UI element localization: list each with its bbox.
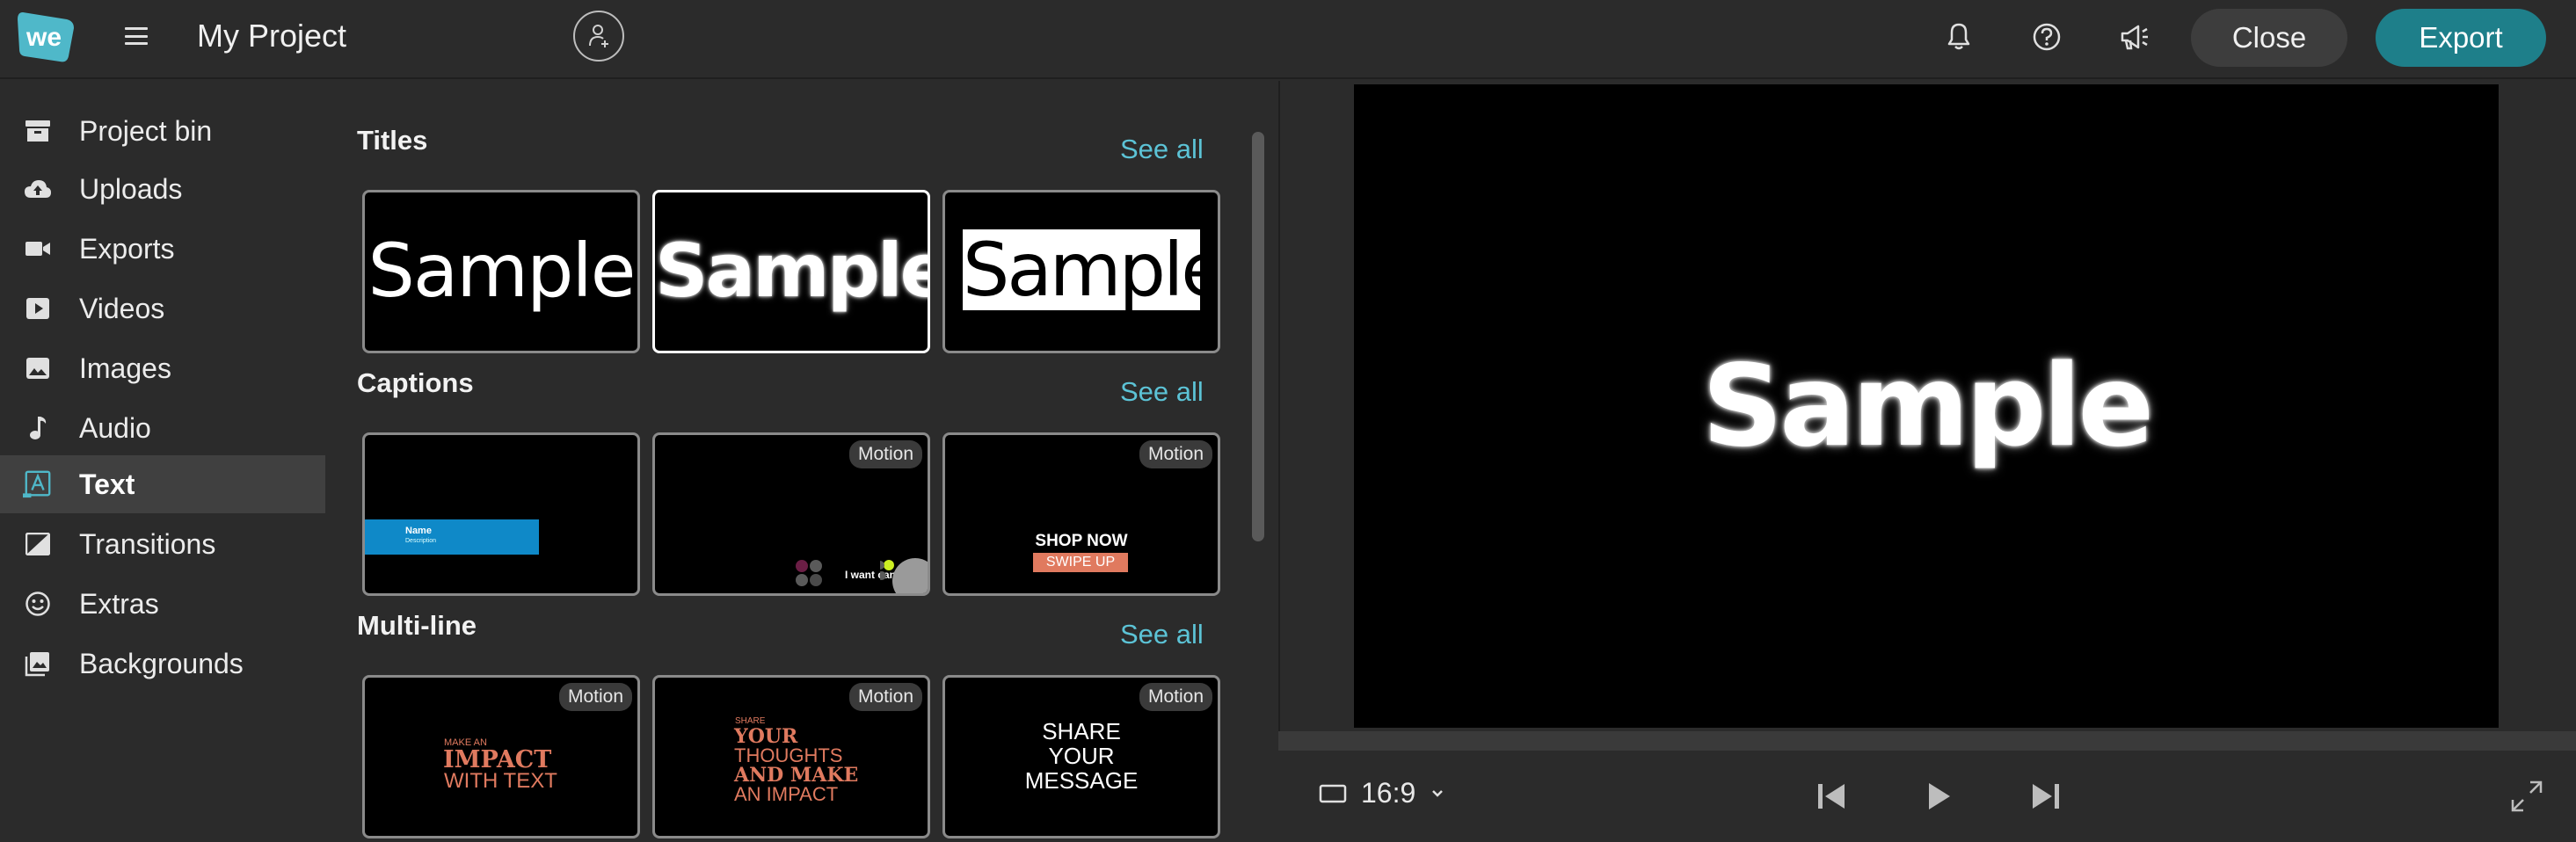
share-line-2: YOUR (1048, 743, 1115, 769)
logo-text: we (25, 23, 62, 52)
help-icon[interactable] (2029, 19, 2064, 54)
share-line-1: SHARE (1042, 718, 1121, 744)
sidebar-item-label: Extras (79, 587, 159, 620)
announcement-icon[interactable] (2117, 19, 2152, 54)
lower-third-bar: Name Description (365, 519, 539, 555)
backgrounds-icon (23, 649, 53, 679)
sidebar-item-audio[interactable]: Audio (0, 399, 325, 457)
export-button[interactable]: Export (2376, 9, 2546, 67)
playback-controls: 16:9 (1278, 751, 2576, 842)
preview-sample-text[interactable]: Sample (1354, 341, 2499, 472)
close-button[interactable]: Close (2191, 9, 2347, 67)
transition-icon (23, 529, 53, 559)
sidebar-item-label: Audio (79, 411, 151, 444)
see-all-multi-line-link[interactable]: See all (1120, 619, 1204, 650)
dots-graphic-left (796, 560, 822, 586)
sidebar-item-backgrounds[interactable]: Backgrounds (0, 635, 325, 693)
title-card-glow[interactable]: Sample (652, 190, 930, 353)
motion-badge: Motion (848, 440, 922, 468)
sidebar-item-label: Videos (79, 292, 165, 324)
play-icon[interactable] (1917, 775, 1959, 817)
archive-icon (23, 116, 53, 146)
sidebar: Project bin Uploads Exports Videos Image… (0, 81, 325, 842)
see-all-titles-link[interactable]: See all (1120, 134, 1204, 165)
text-library-panel: Titles See all Sample Sample Sample Capt… (327, 81, 1277, 842)
cloud-upload-icon (23, 174, 53, 204)
sidebar-item-label: Transitions (79, 527, 216, 560)
sidebar-item-label: Uploads (79, 172, 183, 205)
multiline-card-share-message[interactable]: Motion SHARE YOUR MESSAGE (942, 675, 1220, 838)
aspect-ratio-selector[interactable]: 16:9 (1319, 777, 1445, 809)
motion-badge: Motion (848, 683, 922, 711)
aspect-ratio-icon (1319, 784, 1347, 802)
sidebar-item-extras[interactable]: Extras (0, 575, 325, 633)
sidebar-item-transitions[interactable]: Transitions (0, 515, 325, 573)
motion-badge: Motion (1139, 440, 1212, 468)
image-icon (23, 353, 53, 383)
title-card-boxed[interactable]: Sample (942, 190, 1220, 353)
skip-back-icon[interactable] (1811, 775, 1853, 817)
preview-scrub-bar[interactable] (1278, 731, 2576, 751)
title-card-plain[interactable]: Sample (362, 190, 640, 353)
share-line-3: MESSAGE (1024, 767, 1139, 794)
music-note-icon (23, 413, 53, 443)
preview-canvas[interactable]: Sample (1354, 84, 2499, 728)
shop-now-text: SHOP NOW (1035, 532, 1128, 550)
card-sample-text: Sample (963, 227, 1220, 313)
swipe-up-text: SWIPE UP (1033, 553, 1128, 572)
impact-tail-text: WITH TEXT (444, 769, 557, 793)
chevron-down-icon (1432, 789, 1444, 797)
sidebar-item-label: Project bin (79, 114, 213, 147)
dots-graphic-right (880, 558, 928, 593)
lower-third-description: Description (405, 538, 437, 544)
multiline-card-impact[interactable]: Motion MAKE AN IMPACT WITH TEXT (362, 675, 640, 838)
section-title-multi-line: Multi-line (357, 610, 477, 641)
fullscreen-icon[interactable] (2506, 775, 2548, 817)
wevideo-logo[interactable]: we (16, 7, 77, 69)
library-scrollbar[interactable] (1252, 132, 1264, 541)
multiline-card-thoughts[interactable]: Motion SHARE YOUR THOUGHTS AND MAKE AN I… (652, 675, 930, 838)
project-title[interactable]: My Project (197, 18, 346, 54)
hamburger-menu-icon[interactable] (121, 21, 151, 51)
add-user-icon (589, 25, 608, 47)
lower-third-name: Name (405, 526, 432, 536)
play-box-icon (23, 294, 53, 323)
sidebar-item-videos[interactable]: Videos (0, 279, 325, 338)
section-title-titles: Titles (357, 125, 428, 156)
aspect-ratio-value: 16:9 (1361, 777, 1416, 809)
text-icon (23, 469, 53, 499)
sidebar-item-images[interactable]: Images (0, 339, 325, 397)
sidebar-item-uploads[interactable]: Uploads (0, 160, 325, 218)
caption-card-candy[interactable]: Motion I want candy (652, 432, 930, 596)
smiley-icon (23, 589, 53, 619)
sidebar-item-label: Images (79, 352, 171, 384)
sidebar-item-text[interactable]: Text (0, 455, 325, 513)
sidebar-item-label: Exports (79, 232, 175, 265)
video-camera-icon (23, 234, 53, 264)
skip-forward-icon[interactable] (2024, 775, 2066, 817)
see-all-captions-link[interactable]: See all (1120, 376, 1204, 408)
section-title-captions: Captions (357, 367, 474, 398)
sidebar-item-project-bin[interactable]: Project bin (0, 102, 325, 160)
thoughts-line-4: AN IMPACT (734, 783, 839, 805)
caption-card-shop-now[interactable]: Motion SHOP NOW SWIPE UP (942, 432, 1220, 596)
sidebar-item-exports[interactable]: Exports (0, 220, 325, 278)
card-sample-text: Sample (655, 228, 930, 314)
motion-badge: Motion (558, 683, 632, 711)
sidebar-item-label: Text (79, 468, 135, 500)
caption-card-lower-third[interactable]: Name Description (362, 432, 640, 596)
card-sample-text: Sample (367, 228, 637, 314)
motion-badge: Motion (1139, 683, 1212, 711)
top-header: we My Project Close Export (0, 0, 2576, 79)
bell-icon[interactable] (1941, 19, 1976, 54)
add-collaborator-button[interactable] (573, 11, 624, 62)
sidebar-item-label: Backgrounds (79, 647, 244, 679)
